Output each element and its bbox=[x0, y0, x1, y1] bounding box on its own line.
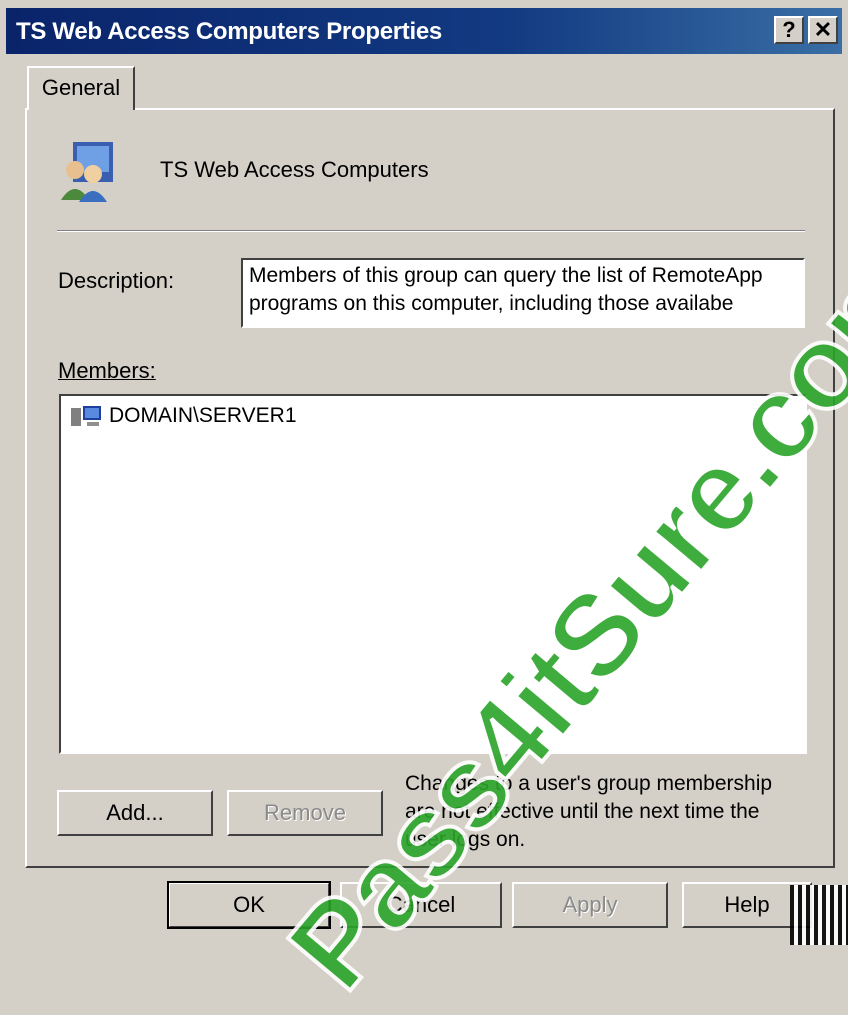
members-list[interactable]: DOMAIN\SERVER1 bbox=[59, 394, 807, 754]
description-field[interactable]: Members of this group can query the list… bbox=[241, 258, 805, 328]
description-label: Description: bbox=[58, 268, 175, 293]
close-button[interactable]: ✕ bbox=[808, 16, 838, 44]
membership-note: Changes to a user's group membership are… bbox=[405, 772, 773, 851]
description-line-1: Members of this group can query the list… bbox=[249, 264, 763, 287]
apply-button[interactable]: Apply bbox=[512, 882, 668, 928]
qr-code-image bbox=[790, 885, 848, 945]
properties-dialog: TS Web Access Computers Properties ? ✕ G… bbox=[0, 0, 848, 1015]
group-name: TS Web Access Computers bbox=[160, 157, 429, 182]
description-line-2: programs on this computer, including tho… bbox=[249, 292, 734, 315]
add-button[interactable]: Add... bbox=[57, 790, 213, 836]
separator bbox=[57, 230, 805, 232]
member-name: DOMAIN\SERVER1 bbox=[109, 404, 297, 427]
users-group-icon bbox=[61, 142, 113, 202]
tab-general[interactable]: General bbox=[27, 66, 135, 110]
remove-button[interactable]: Remove bbox=[227, 790, 383, 836]
cancel-button[interactable]: Cancel bbox=[340, 882, 502, 928]
title-bar[interactable]: TS Web Access Computers Properties ? ✕ bbox=[6, 8, 842, 54]
computer-icon bbox=[71, 406, 101, 426]
list-item[interactable]: DOMAIN\SERVER1 bbox=[71, 402, 297, 430]
members-label: Members: bbox=[58, 358, 156, 383]
help-button[interactable]: ? bbox=[774, 16, 804, 44]
window-title: TS Web Access Computers Properties bbox=[16, 18, 442, 45]
ok-button[interactable]: OK bbox=[167, 881, 331, 929]
